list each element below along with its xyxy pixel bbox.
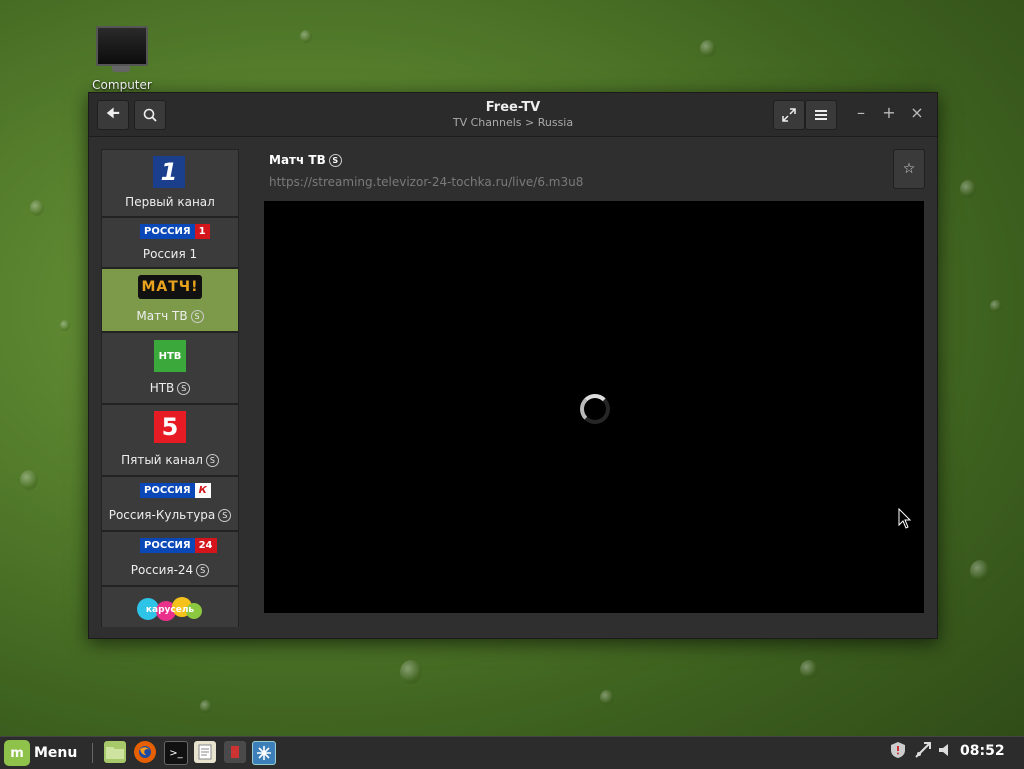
channel-item-pyatyi[interactable]: 5 Пятый канал S (101, 404, 239, 476)
stream-url: https://streaming.televizor-24-tochka.ru… (269, 175, 584, 189)
star-icon: ☆ (902, 161, 916, 177)
channel-name: Россия 1 (142, 247, 198, 261)
s-badge-icon: S (196, 564, 210, 577)
window-title-area: Free-TV TV Channels > Russia (339, 100, 687, 129)
channel-5-logo: 5 (154, 411, 186, 443)
channel-item-pervyi[interactable]: 1 Первый канал (101, 149, 239, 217)
water-drop (400, 660, 422, 684)
header-bar: 🠈 Free-TV TV Channels > Russia – + × (89, 93, 937, 137)
loading-spinner-icon (580, 394, 610, 424)
linux-mint-logo-icon: m (4, 740, 30, 766)
video-player[interactable] (264, 201, 924, 613)
search-button[interactable] (134, 100, 166, 130)
channel-item-match-tv[interactable]: МАТЧ! Матч ТВ S (101, 268, 239, 332)
rossia-kultura-logo: РОССИЯ К (140, 483, 211, 498)
s-badge-icon: S (218, 509, 232, 522)
free-tv-window: 🠈 Free-TV TV Channels > Russia – + × 1 П… (88, 92, 938, 639)
water-drop (990, 300, 1002, 312)
computer-icon (96, 26, 148, 72)
channel-list: 1 Первый канал РОССИЯ 1 Россия 1 МАТЧ! Ма… (101, 149, 239, 627)
taskbar: m Menu >_ 08:52 (0, 736, 1024, 769)
channel-name: Первый канал (125, 195, 215, 209)
channel-item-rossia24[interactable]: РОССИЯ 24 Россия-24 S (101, 531, 239, 586)
favorite-button[interactable]: ☆ (893, 149, 925, 189)
channel-name: Россия-24 S (102, 563, 238, 577)
pervyi-kanal-logo: 1 (153, 156, 185, 188)
clock[interactable]: 08:52 (960, 743, 1005, 759)
fullscreen-icon (782, 108, 796, 122)
water-drop (30, 200, 44, 216)
s-badge-icon: S (177, 382, 191, 395)
s-badge-icon: S (328, 154, 342, 167)
terminal-icon[interactable]: >_ (164, 741, 188, 765)
water-drop (300, 30, 312, 43)
svg-text:карусель: карусель (146, 605, 195, 615)
channel-name: Россия-Культура S (102, 508, 238, 522)
channel-item-ntv[interactable]: НТВ НТВ S (101, 332, 239, 404)
desktop-icon-computer[interactable]: Computer (88, 26, 156, 92)
ntv-logo: НТВ (154, 340, 186, 372)
match-tv-logo: МАТЧ! (138, 275, 202, 299)
water-drop (200, 700, 212, 713)
water-drop (60, 320, 70, 331)
s-badge-icon: S (205, 454, 219, 467)
search-icon (143, 108, 157, 122)
files-icon[interactable] (104, 741, 126, 763)
app-window-icon[interactable] (224, 741, 246, 763)
taskbar-separator (92, 743, 93, 763)
water-drop (960, 180, 976, 198)
minimize-button[interactable]: – (851, 103, 871, 122)
back-button[interactable]: 🠈 (97, 100, 129, 130)
firefox-icon[interactable] (134, 741, 156, 763)
hamburger-icon (815, 110, 827, 120)
water-drop (800, 660, 818, 679)
rossia1-logo: РОССИЯ 1 (140, 224, 210, 239)
mouse-cursor-icon (898, 508, 912, 529)
maximize-button[interactable]: + (879, 103, 899, 122)
water-drop (600, 690, 614, 705)
window-subtitle: TV Channels > Russia (452, 116, 574, 129)
back-arrow-icon: 🠈 (106, 103, 120, 122)
channel-name: НТВ S (102, 381, 238, 395)
channel-item-kultura[interactable]: РОССИЯ К Россия-Культура S (101, 476, 239, 531)
menu-button[interactable] (805, 100, 837, 130)
current-channel-title: Матч ТВ S (269, 153, 342, 167)
fullscreen-button[interactable] (773, 100, 805, 130)
close-button[interactable]: × (907, 103, 927, 122)
water-drop (700, 40, 716, 57)
channel-name: Матч ТВ S (102, 309, 238, 323)
start-menu-button[interactable]: m Menu (4, 739, 77, 767)
shield-icon[interactable] (890, 741, 906, 763)
karusel-logo: карусель (137, 597, 202, 621)
channel-item-karusel[interactable]: карусель (101, 586, 239, 627)
free-tv-task-icon[interactable] (252, 741, 276, 765)
desktop-icon-label: Computer (92, 78, 152, 92)
channel-name: Пятый канал S (102, 453, 238, 467)
s-badge-icon: S (190, 310, 204, 323)
text-editor-icon[interactable] (194, 741, 216, 763)
water-drop (970, 560, 990, 582)
water-drop (20, 470, 38, 490)
network-icon[interactable] (914, 741, 932, 763)
menu-label: Menu (34, 745, 78, 761)
window-title: Free-TV (485, 100, 541, 115)
channel-item-rossia1[interactable]: РОССИЯ 1 Россия 1 (101, 217, 239, 268)
rossia24-logo: РОССИЯ 24 (140, 538, 217, 553)
volume-icon[interactable] (938, 741, 954, 763)
